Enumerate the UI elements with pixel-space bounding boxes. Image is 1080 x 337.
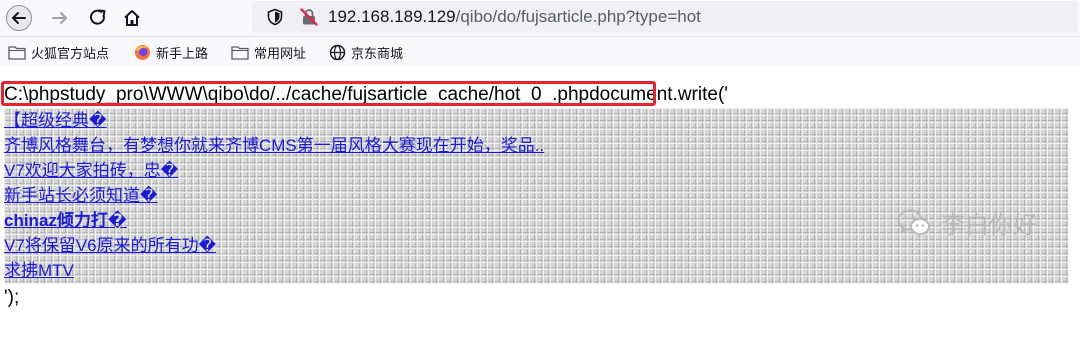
reload-icon bbox=[90, 9, 106, 25]
bookmark-label: 常用网址 bbox=[254, 46, 307, 62]
back-arrow-icon bbox=[6, 5, 32, 31]
list-item: 齐博风格舞台，有梦想你就来齐博CMS第一届风格大赛现在开始，奖品.. bbox=[4, 133, 1069, 158]
bookmark-getting-started[interactable]: 新手上路 bbox=[134, 42, 208, 62]
watermark-text: 李白你好 bbox=[941, 211, 1037, 239]
address-bar[interactable]: 192.168.189.129/qibo/do/fujsarticle.php?… bbox=[252, 1, 1078, 33]
article-link[interactable]: chinaz倾力打� bbox=[4, 211, 127, 230]
article-link[interactable]: 求拂MTV bbox=[4, 261, 74, 280]
home-button[interactable] bbox=[117, 3, 147, 33]
article-link[interactable]: 齐博风格舞台，有梦想你就来齐博CMS第一届风格大赛现在开始，奖品.. bbox=[4, 136, 544, 155]
article-link[interactable]: V7将保留V6原来的所有功� bbox=[4, 236, 216, 255]
highlight-box bbox=[1, 81, 656, 106]
page-content: C:\phpstudy_pro\WWW\qibo\do/../cache/fuj… bbox=[0, 67, 1080, 337]
hot-articles-list: 【超级经典� 齐博风格舞台，有梦想你就来齐博CMS第一届风格大赛现在开始，奖品.… bbox=[4, 108, 1069, 283]
forward-arrow-icon bbox=[52, 12, 67, 24]
list-item: 【超级经典� bbox=[4, 108, 1069, 133]
article-link[interactable]: 新手站长必须知道� bbox=[4, 186, 157, 205]
folder-icon bbox=[8, 45, 26, 60]
bookmark-label: 火狐官方站点 bbox=[31, 46, 110, 62]
folder-icon bbox=[231, 45, 249, 60]
firefox-icon bbox=[134, 44, 151, 61]
home-icon bbox=[124, 10, 140, 26]
browser-toolbar: 192.168.189.129/qibo/do/fujsarticle.php?… bbox=[0, 0, 1080, 37]
bookmark-label: 京东商城 bbox=[351, 46, 404, 62]
article-link[interactable]: 【超级经典� bbox=[4, 111, 106, 130]
globe-icon bbox=[329, 44, 346, 61]
bookmark-label: 新手上路 bbox=[156, 46, 209, 62]
insecure-lock-icon[interactable] bbox=[300, 8, 318, 26]
script-end-text: '); bbox=[4, 287, 20, 308]
url-path: /qibo/do/fujsarticle.php?type=hot bbox=[455, 7, 701, 26]
shield-icon[interactable] bbox=[266, 8, 284, 26]
bookmark-jd-mall[interactable]: 京东商城 bbox=[329, 42, 403, 62]
url-text[interactable]: 192.168.189.129/qibo/do/fujsarticle.php?… bbox=[328, 6, 701, 28]
list-item: 求拂MTV bbox=[4, 258, 1069, 283]
back-button[interactable] bbox=[4, 3, 34, 33]
bookmark-firefox-official[interactable]: 火狐官方站点 bbox=[8, 42, 109, 62]
hot-articles-block: 【超级经典� 齐博风格舞台，有梦想你就来齐博CMS第一届风格大赛现在开始，奖品.… bbox=[4, 108, 1069, 284]
list-item: V7欢迎大家拍砖，忠� bbox=[4, 158, 1069, 183]
bookmarks-toolbar: 火狐官方站点 新手上路 常用网址 京东商城 bbox=[0, 37, 1080, 68]
reload-button[interactable] bbox=[83, 3, 113, 33]
url-host: 192.168.189.129 bbox=[328, 7, 456, 26]
bookmark-common-sites[interactable]: 常用网址 bbox=[231, 42, 306, 62]
forward-button[interactable] bbox=[45, 3, 75, 33]
wechat-icon bbox=[897, 208, 931, 238]
article-link[interactable]: V7欢迎大家拍砖，忠� bbox=[4, 161, 178, 180]
watermark: 李白你好 bbox=[897, 205, 1037, 240]
